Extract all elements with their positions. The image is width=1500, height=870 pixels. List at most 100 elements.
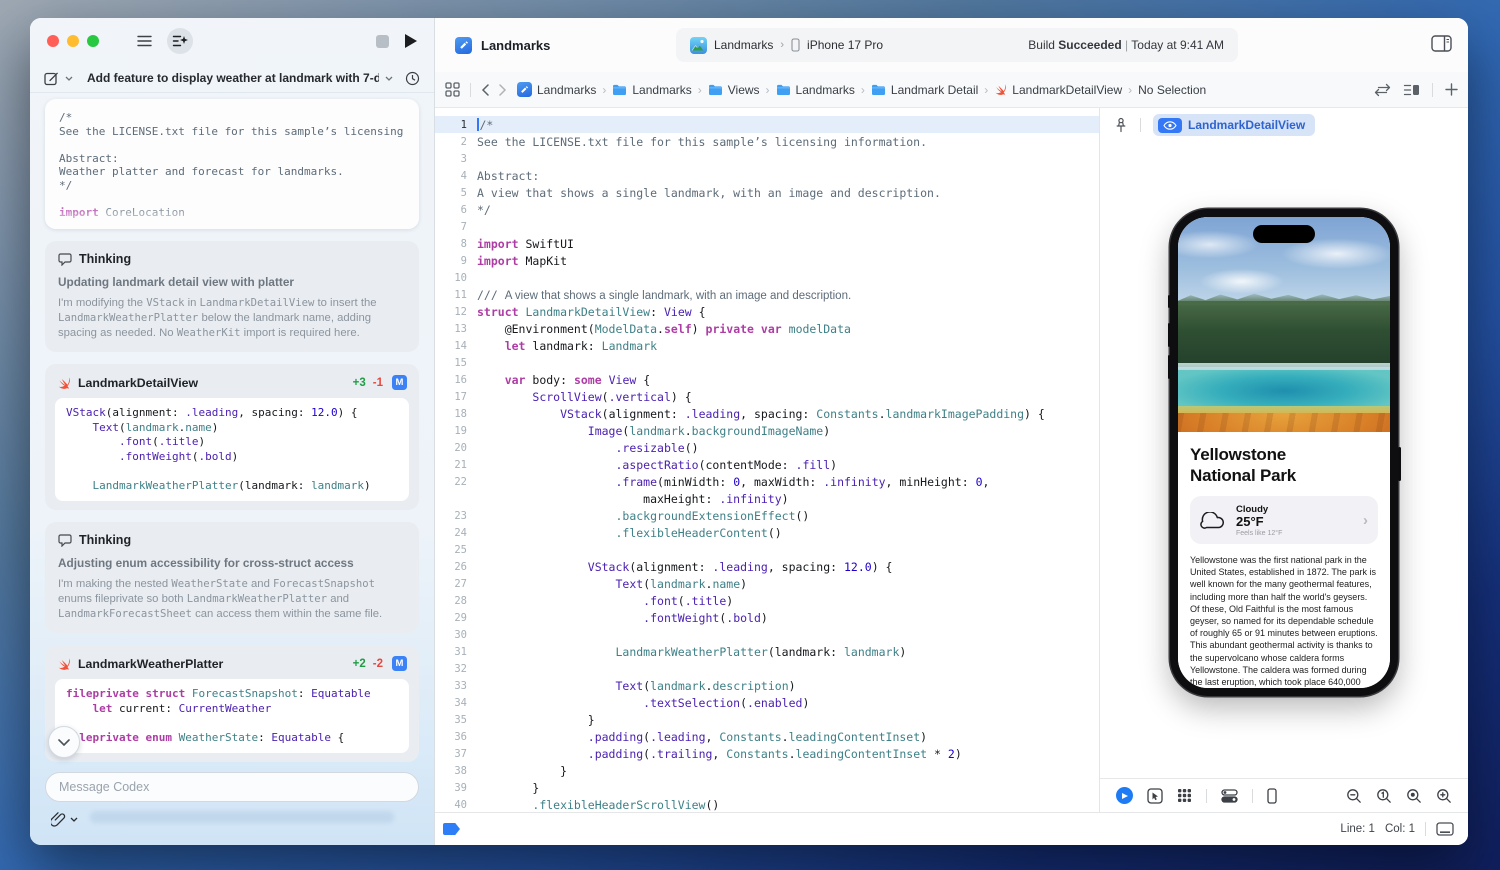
stop-button[interactable] — [376, 35, 389, 48]
code-line[interactable]: 27 Text(landmark.name) — [435, 575, 1099, 592]
code-line[interactable]: 14 let landmark: Landmark — [435, 337, 1099, 354]
code-line[interactable]: 18 VStack(alignment: .leading, spacing: … — [435, 405, 1099, 422]
chevron-down-icon[interactable] — [65, 76, 73, 81]
selectable-mode-icon[interactable] — [1147, 788, 1163, 804]
pin-icon[interactable] — [1114, 117, 1128, 133]
code-line[interactable]: LandmarkWeatherPlatter(landmark: landmar… — [66, 479, 398, 494]
thinking-card-1[interactable]: Thinking Updating landmark detail view w… — [45, 241, 419, 352]
code-line[interactable]: Weather platter and forecast for landmar… — [59, 165, 405, 179]
code-line[interactable]: 38 } — [435, 762, 1099, 779]
navigate-forward-icon[interactable] — [499, 84, 507, 96]
code-line[interactable]: 4Abstract: — [435, 167, 1099, 184]
code-line[interactable]: 10 — [435, 269, 1099, 286]
new-chat-icon[interactable] — [44, 71, 59, 86]
iphone-preview[interactable]: YellowstoneNational Park Cloudy 25°F Fee… — [1170, 209, 1398, 696]
code-line[interactable]: 2See the LICENSE.txt file for this sampl… — [435, 133, 1099, 150]
code-line[interactable]: 24 .flexibleHeaderContent() — [435, 524, 1099, 541]
message-input[interactable] — [45, 772, 419, 802]
breadcrumb-item-views[interactable]: Views — [708, 83, 760, 97]
code-line[interactable]: 1/* — [435, 116, 1099, 133]
code-line[interactable] — [66, 716, 398, 731]
inspector-toggle-icon[interactable] — [1431, 35, 1452, 52]
code-line[interactable]: 25 — [435, 541, 1099, 558]
code-line[interactable]: 31 LandmarkWeatherPlatter(landmark: land… — [435, 643, 1099, 660]
breadcrumb-item-landmarks[interactable]: Landmarks — [776, 83, 855, 97]
device-settings-icon[interactable] — [1221, 789, 1238, 803]
chevron-down-icon[interactable] — [385, 76, 393, 81]
code-line[interactable]: 35 } — [435, 711, 1099, 728]
code-line[interactable]: 29 .fontWeight(.bold) — [435, 609, 1099, 626]
code-line[interactable]: 6*/ — [435, 201, 1099, 218]
code-line[interactable]: 11/// A view that shows a single landmar… — [435, 286, 1099, 303]
code-line[interactable]: Text(landmark.name) — [66, 421, 398, 436]
thinking-card-2[interactable]: Thinking Adjusting enum accessibility fo… — [45, 522, 419, 633]
zoom-out-icon[interactable] — [1346, 788, 1362, 804]
code-line[interactable]: Abstract: — [59, 152, 405, 166]
device-bezels-icon[interactable] — [1267, 788, 1277, 804]
build-status[interactable]: Build Succeeded | Today at 9:41 AM — [890, 38, 1224, 52]
code-line[interactable] — [59, 138, 405, 152]
code-line[interactable]: 19 Image(landmark.backgroundImageName) — [435, 422, 1099, 439]
code-line[interactable] — [66, 464, 398, 479]
code-line[interactable]: 16 var body: some View { — [435, 371, 1099, 388]
code-line[interactable]: */ — [59, 179, 405, 193]
history-clock-icon[interactable] — [405, 71, 420, 86]
breadcrumb-item-landmarks[interactable]: Landmarks — [517, 82, 596, 97]
breadcrumb-item-landmarkdetailview[interactable]: LandmarkDetailView — [994, 83, 1122, 97]
scroll-to-bottom-button[interactable] — [48, 726, 80, 758]
code-line[interactable]: 32 — [435, 660, 1099, 677]
code-line[interactable]: let current: CurrentWeather — [66, 702, 398, 717]
scheme-name[interactable]: Landmarks — [714, 38, 773, 52]
run-button[interactable] — [405, 34, 417, 48]
variants-grid-icon[interactable] — [1177, 788, 1192, 803]
code-line[interactable]: 37 .padding(.trailing, Constants.leading… — [435, 745, 1099, 762]
code-line[interactable]: 5A view that shows a single landmark, wi… — [435, 184, 1099, 201]
attachment-paperclip-icon[interactable] — [51, 811, 66, 827]
run-destination[interactable]: iPhone 17 Pro — [807, 38, 883, 52]
code-line[interactable]: 22 .frame(minWidth: 0, maxWidth: .infini… — [435, 473, 1099, 490]
code-line[interactable]: 34 .textSelection(.enabled) — [435, 694, 1099, 711]
code-line[interactable]: 39 } — [435, 779, 1099, 796]
quoted-code-card[interactable]: /*See the LICENSE.txt file for this samp… — [45, 99, 419, 229]
code-line[interactable]: 13 @Environment(ModelData.self) private … — [435, 320, 1099, 337]
swap-editors-icon[interactable] — [1374, 83, 1391, 97]
code-line[interactable]: .font(.title) — [66, 435, 398, 450]
code-line[interactable]: 3 — [435, 150, 1099, 167]
code-line[interactable]: See the LICENSE.txt file for this sample… — [59, 125, 405, 139]
assistant-sparkle-icon[interactable] — [167, 28, 193, 54]
source-editor[interactable]: 1/*2See the LICENSE.txt file for this sa… — [435, 108, 1100, 812]
minimize-window-button[interactable] — [67, 35, 79, 47]
project-name[interactable]: Landmarks — [481, 38, 550, 53]
code-line[interactable]: /* — [59, 111, 405, 125]
editor-display-icon[interactable] — [1436, 822, 1454, 836]
add-editor-icon[interactable] — [1445, 83, 1458, 96]
editor-options-icon[interactable] — [1403, 83, 1420, 97]
live-preview-button[interactable] — [1116, 787, 1133, 804]
code-line[interactable]: 7 — [435, 218, 1099, 235]
code-line[interactable]: maxHeight: .infinity) — [435, 490, 1099, 507]
code-line[interactable]: 12struct LandmarkDetailView: View { — [435, 303, 1099, 320]
breadcrumb-item-landmarks[interactable]: Landmarks — [612, 83, 691, 97]
breadcrumb-item-no-selection[interactable]: No Selection — [1138, 83, 1206, 97]
code-line[interactable]: fileprivate struct ForecastSnapshot: Equ… — [66, 687, 398, 702]
zoom-in-icon[interactable] — [1436, 788, 1452, 804]
weather-platter[interactable]: Cloudy 25°F Feels like 12°F › — [1190, 496, 1378, 544]
code-line[interactable]: 9import MapKit — [435, 252, 1099, 269]
code-line[interactable]: 15 — [435, 354, 1099, 371]
chevron-down-icon[interactable] — [70, 817, 78, 822]
zoom-window-button[interactable] — [87, 35, 99, 47]
code-line[interactable]: 23 .backgroundExtensionEffect() — [435, 507, 1099, 524]
file-change-card-1[interactable]: LandmarkDetailView +3 -1 M VStack(alignm… — [45, 364, 419, 510]
close-window-button[interactable] — [47, 35, 59, 47]
navigate-back-icon[interactable] — [481, 84, 489, 96]
code-line[interactable]: 30 — [435, 626, 1099, 643]
scheme-selector[interactable]: Landmarks › iPhone 17 Pro Build Succeede… — [676, 28, 1238, 62]
code-line[interactable]: 33 Text(landmark.description) — [435, 677, 1099, 694]
code-line[interactable]: 26 VStack(alignment: .leading, spacing: … — [435, 558, 1099, 575]
file-location-tag[interactable] — [443, 823, 460, 835]
related-items-icon[interactable] — [445, 82, 460, 97]
code-line[interactable]: 17 ScrollView(.vertical) { — [435, 388, 1099, 405]
chat-thread-title[interactable]: Add feature to display weather at landma… — [87, 71, 379, 85]
history-list-icon[interactable] — [131, 28, 157, 54]
zoom-100-icon[interactable] — [1376, 788, 1392, 804]
